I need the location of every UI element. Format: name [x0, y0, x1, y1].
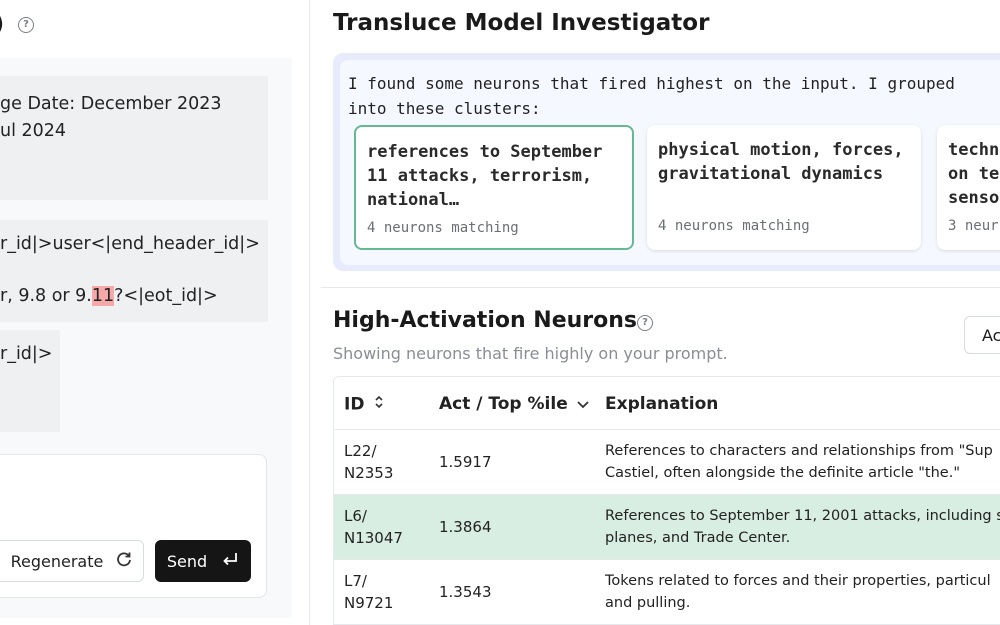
user-message-line: r, 9.8 or 9.11?<|eot_id|> — [0, 286, 218, 306]
neurons-section-title: High-Activation Neurons — [333, 308, 638, 333]
investigator-message-body: I found some neurons that fired highest … — [340, 60, 1000, 265]
regenerate-label: Regenerate — [10, 551, 104, 571]
cluster-count: 3 neur — [948, 218, 999, 234]
system-message-line: ge Date: December 2023 — [0, 94, 222, 114]
table-row[interactable]: L7/ N9721 1.3543 Tokens related to force… — [334, 560, 1000, 625]
cluster-count: 4 neurons matching — [658, 218, 810, 234]
token-text: r, 9.8 or 9. — [0, 286, 92, 306]
cluster-card[interactable]: physical motion, forces, gravitational d… — [647, 125, 921, 250]
activation-value: 1.3864 — [439, 518, 492, 536]
cluster-card[interactable]: references to September 11 attacks, terr… — [354, 125, 634, 250]
investigator-pane: Transluce Model Investigator I found som… — [311, 0, 1000, 625]
cluster-title: techn on te senso — [948, 140, 1000, 208]
page-title: Transluce Model Investigator — [333, 10, 710, 36]
system-message: ge Date: December 2023 ul 2024 — [0, 76, 268, 200]
investigator-message: I found some neurons that fired highest … — [333, 53, 1000, 271]
neuron-explanation: Tokens related to forces and their prope… — [605, 573, 991, 611]
neuron-explanation: References to characters and relationshi… — [605, 443, 993, 481]
investigator-text: I found some neurons that fired highest … — [348, 74, 955, 93]
send-button[interactable]: Send — [155, 540, 251, 582]
column-header-explanation: Explanation — [605, 394, 719, 414]
neurons-table: ID Act / Top %ile Explanation L22/ N2353… — [333, 376, 1000, 625]
table-row[interactable]: L6/ N13047 1.3864 References to Septembe… — [334, 495, 1000, 560]
neuron-explanation: References to September 11, 2001 attacks… — [605, 508, 1000, 546]
refresh-icon — [115, 550, 133, 572]
activation-value: 1.5917 — [439, 453, 492, 471]
investigator-text: into these clusters: — [348, 99, 541, 118]
table-row[interactable]: L22/ N2353 1.5917 References to characte… — [334, 430, 1000, 495]
column-header-id[interactable]: ID — [344, 394, 384, 415]
help-icon[interactable]: ? — [637, 315, 653, 331]
neuron-id: L7/ N9721 — [344, 572, 394, 612]
sort-icon — [374, 394, 384, 415]
section-divider — [321, 287, 1000, 288]
neurons-section-subtitle: Showing neurons that fire highly on your… — [333, 344, 728, 363]
system-message-line: ul 2024 — [0, 121, 67, 141]
column-header-activation[interactable]: Act / Top %ile — [439, 394, 590, 414]
chat-pane: ) ? ge Date: December 2023 ul 2024 r_id|… — [0, 0, 310, 625]
cluster-count: 4 neurons matching — [367, 220, 519, 236]
enter-icon — [221, 551, 239, 571]
user-message-line: r_id|>user<|end_header_id|> — [0, 234, 260, 254]
token-text: ?<|eot_id|> — [114, 286, 218, 306]
cluster-title: physical motion, forces, gravitational d… — [658, 140, 904, 184]
highlighted-token[interactable]: 11 — [91, 286, 115, 306]
neuron-id: L22/ N2353 — [344, 442, 394, 482]
user-message: r_id|>user<|end_header_id|> r, 9.8 or 9.… — [0, 220, 268, 322]
action-button[interactable]: Ac — [964, 316, 1000, 354]
activation-value: 1.3543 — [439, 583, 492, 601]
neuron-id: L6/ N13047 — [344, 507, 403, 547]
help-icon[interactable]: ? — [18, 17, 34, 33]
table-header: ID Act / Top %ile Explanation — [334, 377, 1000, 430]
chat-pane-title: ) — [0, 12, 4, 37]
cluster-card[interactable]: techn on te senso 3 neur — [937, 125, 1000, 250]
chevron-down-icon — [576, 394, 590, 414]
assistant-message-line: r_id|> — [0, 344, 53, 364]
regenerate-button[interactable]: Regenerate — [0, 540, 144, 582]
cluster-title: references to September 11 attacks, terr… — [367, 142, 603, 210]
assistant-message: r_id|> — [0, 330, 60, 432]
send-label: Send — [166, 551, 208, 571]
